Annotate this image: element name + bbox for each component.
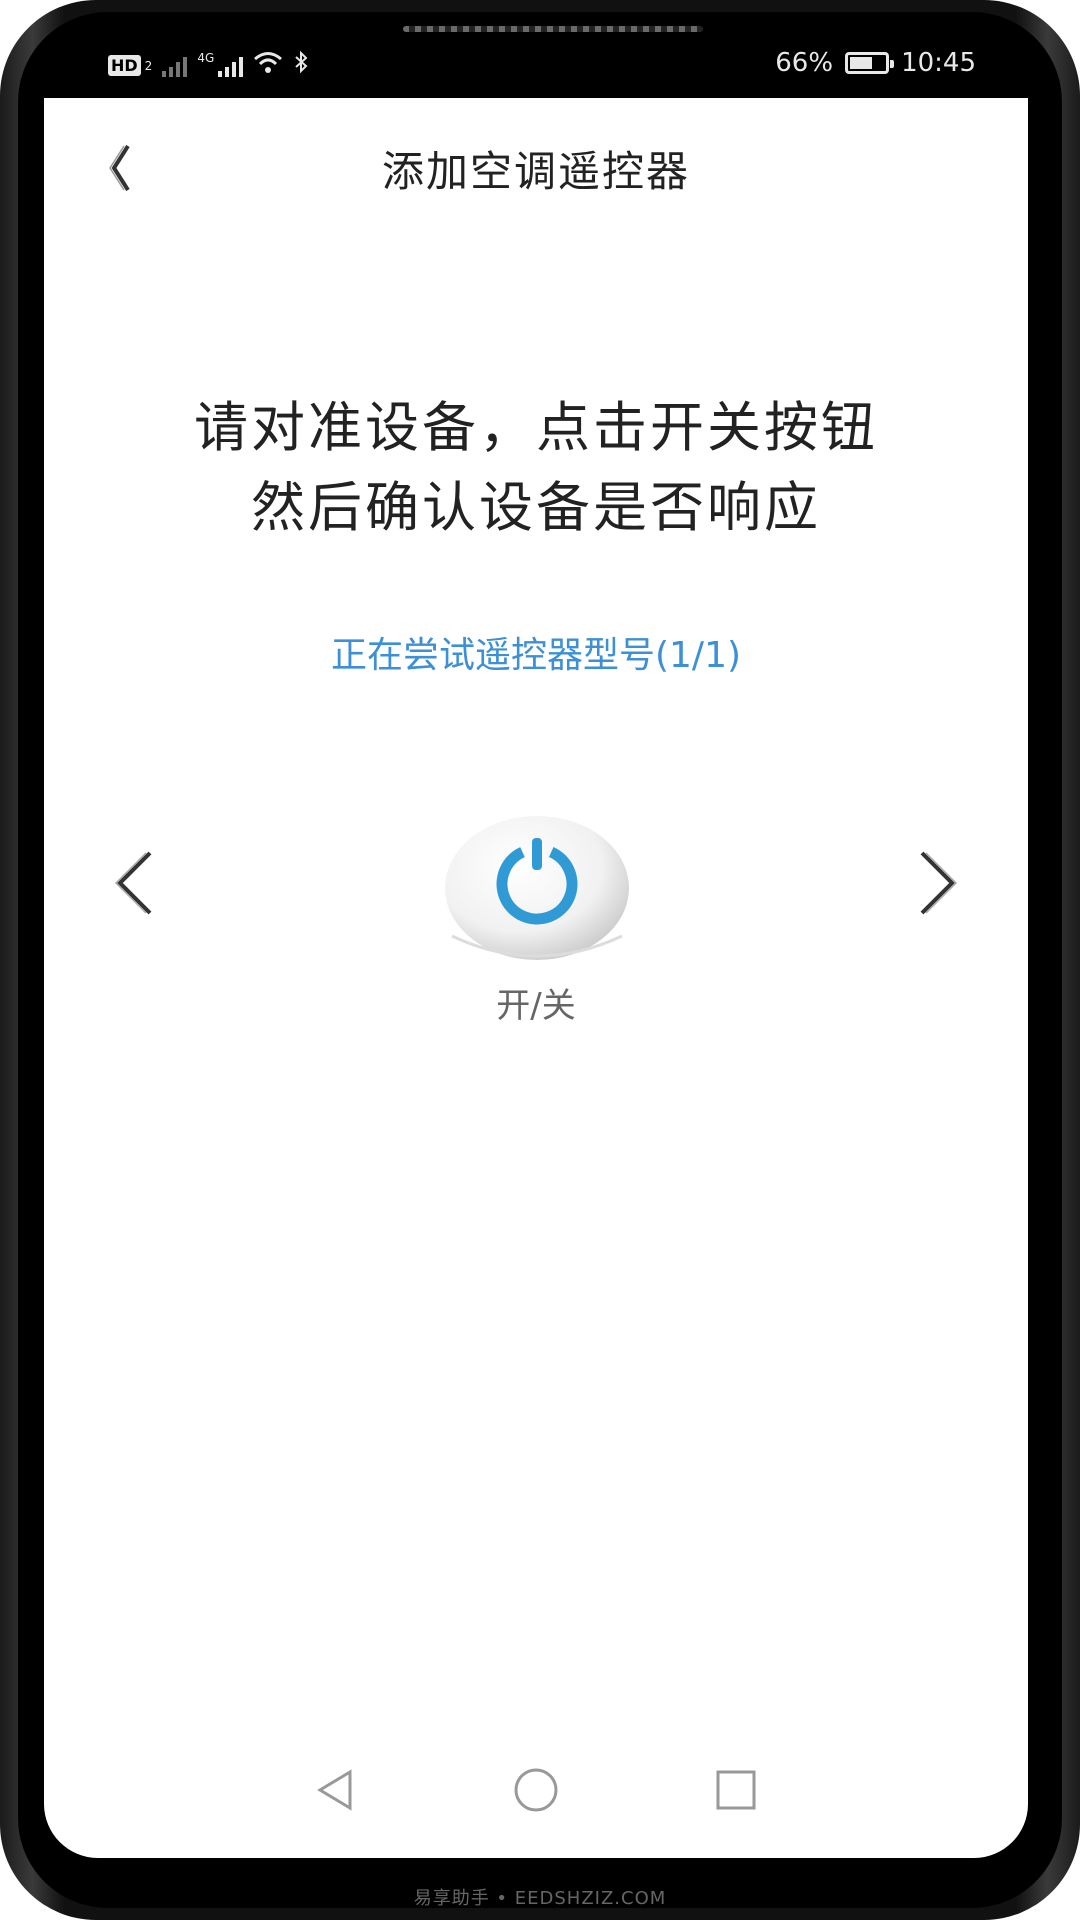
system-nav-bar — [44, 1738, 1028, 1858]
hd-voice-icon: HD — [108, 55, 141, 76]
next-model-button[interactable] — [906, 843, 966, 923]
watermark-text: 易享助手 • EEDSHZIZ.COM — [413, 1888, 667, 1909]
system-recents-button[interactable] — [706, 1760, 766, 1820]
instruction-line-2: 然后确认设备是否响应 — [251, 476, 821, 539]
power-button[interactable] — [442, 816, 632, 966]
status-left: HD 2 4G — [108, 50, 309, 81]
sim-slot-label: 2 — [144, 58, 153, 73]
status-bar: HD 2 4G 66% 10:45 — [44, 40, 1036, 96]
home-circle-icon — [514, 1768, 558, 1812]
power-icon — [445, 816, 629, 960]
system-home-button[interactable] — [506, 1760, 566, 1820]
clock: 10:45 — [901, 48, 976, 78]
wifi-icon — [253, 50, 283, 81]
battery-icon — [845, 52, 895, 74]
status-right: 66% 10:45 — [775, 48, 976, 78]
model-status: 正在尝试遥控器型号(1/1) — [330, 635, 742, 676]
signal-icon-sim2 — [218, 55, 244, 77]
page-title: 添加空调遥控器 — [381, 147, 690, 196]
power-button-label: 开/关 — [496, 986, 576, 1026]
earpiece-speaker — [403, 26, 703, 32]
network-type-label: 4G — [197, 50, 215, 65]
bluetooth-icon — [293, 50, 309, 81]
previous-model-button[interactable] — [106, 843, 166, 923]
system-back-button[interactable] — [306, 1760, 366, 1820]
battery-percent: 66% — [775, 48, 834, 78]
chevron-right-icon — [920, 851, 958, 915]
chevron-left-icon — [114, 851, 152, 915]
instruction-text: 请对准设备，点击开关按钮 然后确认设备是否响应 — [44, 388, 1028, 548]
app-screen: 添加空调遥控器 请对准设备，点击开关按钮 然后确认设备是否响应 正在尝试遥控器型… — [44, 98, 1028, 1858]
instruction-line-1: 请对准设备，点击开关按钮 — [194, 396, 878, 459]
back-triangle-icon — [317, 1769, 352, 1811]
recents-square-icon — [716, 1770, 756, 1810]
signal-icon-sim1 — [162, 55, 188, 77]
battery-fill — [850, 57, 873, 69]
